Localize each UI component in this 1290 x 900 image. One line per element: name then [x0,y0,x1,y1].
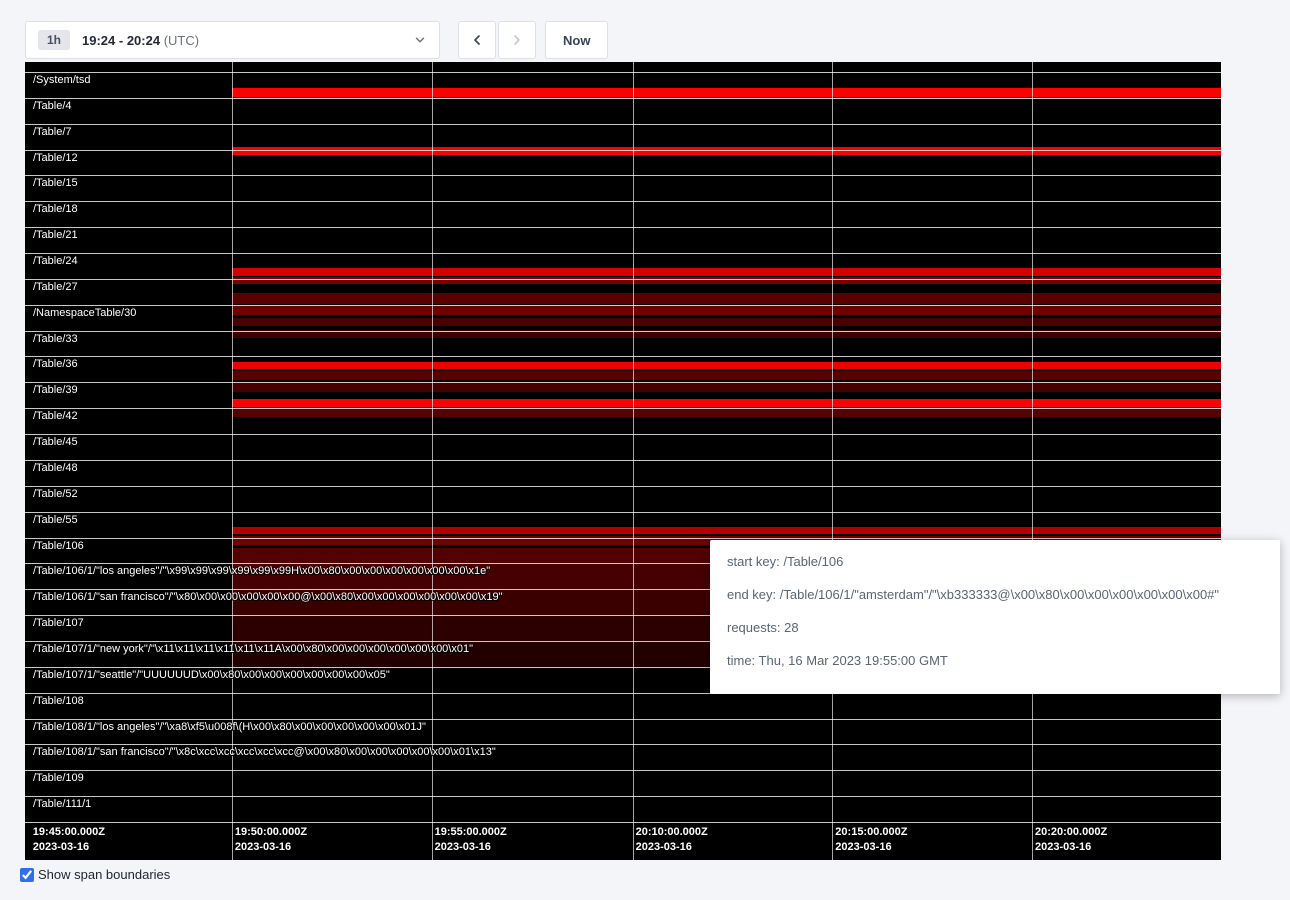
span-boundary-line [25,382,1221,383]
tooltip-time: time: Thu, 16 Mar 2023 19:55:00 GMT [727,652,1263,669]
heat-band[interactable] [232,305,1221,315]
span-label: /Table/24 [33,255,78,268]
span-label: /Table/33 [33,333,78,346]
span-boundary-line [25,305,1221,306]
span-label: /Table/42 [33,410,78,423]
time-range-timezone: (UTC) [164,33,199,48]
span-boundary-line [25,822,1221,823]
tooltip-requests: requests: 28 [727,619,1263,636]
span-label: /Table/109 [33,772,84,785]
span-boundary-line [25,408,1221,409]
show-span-boundaries-checkbox[interactable] [20,868,34,882]
span-label: /Table/107 [33,617,84,630]
show-span-boundaries[interactable]: Show span boundaries [20,867,170,882]
span-label: /Table/55 [33,514,78,527]
span-label: /Table/15 [33,177,78,190]
span-boundary-line [25,124,1221,125]
span-label: /Table/108/1/"los angeles"/"\xa8\xf5\u00… [33,721,426,734]
span-label: /Table/106/1/"los angeles"/"\x99\x99\x99… [33,565,490,578]
span-boundary-line [25,512,1221,513]
span-label: /Table/48 [33,462,78,475]
span-boundary-line [25,796,1221,797]
time-axis-label: 20:15:00.000Z2023-03-16 [835,825,907,855]
span-label: /Table/107/1/"new york"/"\x11\x11\x11\x1… [33,643,473,656]
span-label: /Table/52 [33,488,78,501]
span-label: /Table/27 [33,281,78,294]
span-boundary-line [25,72,1221,73]
prev-range-button[interactable] [458,21,496,59]
span-label: /Table/4 [33,100,72,113]
span-boundary-line [25,150,1221,151]
heat-band[interactable] [232,409,1221,417]
span-label: /System/tsd [33,74,90,87]
span-label: /Table/108 [33,695,84,708]
chevron-right-icon [509,32,525,48]
span-label: /Table/106 [33,540,84,553]
span-label: /Table/45 [33,436,78,449]
heat-band[interactable] [232,362,1221,369]
span-boundary-line [25,331,1221,332]
time-gridline [1032,62,1033,860]
span-label: /NamespaceTable/30 [33,307,136,320]
span-label: /Table/106/1/"san francisco"/"\x80\x00\x… [33,591,503,604]
heat-band[interactable] [232,293,1221,304]
span-label: /Table/39 [33,384,78,397]
time-axis-label: 19:50:00.000Z2023-03-16 [235,825,307,855]
heat-band[interactable] [232,88,1221,97]
span-boundary-line [25,538,1221,539]
time-axis-label: 20:20:00.000Z2023-03-16 [1035,825,1107,855]
chevron-down-icon [413,33,427,47]
chevron-left-icon [469,32,485,48]
tooltip-end-key: end key: /Table/106/1/"amsterdam"/"\xb33… [727,586,1263,603]
span-boundary-line [25,460,1221,461]
span-boundary-line [25,175,1221,176]
next-range-button[interactable] [498,21,536,59]
key-visualizer-page: 1h 19:24 - 20:24 (UTC) Now /System/tsd/T… [0,0,1290,900]
span-label: /Table/21 [33,229,78,242]
span-boundary-line [25,744,1221,745]
span-boundary-line [25,486,1221,487]
heat-band[interactable] [232,382,1221,392]
heat-band[interactable] [232,371,1221,380]
time-gridline [832,62,833,860]
time-gridline [432,62,433,860]
heat-band[interactable] [232,527,1221,534]
show-span-boundaries-label: Show span boundaries [38,867,170,882]
time-axis-label: 20:10:00.000Z2023-03-16 [636,825,708,855]
span-boundary-line [25,98,1221,99]
time-gridline [633,62,634,860]
time-axis-label: 19:45:00.000Z2023-03-16 [33,825,105,855]
key-visualizer-canvas[interactable]: /System/tsd/Table/4/Table/7/Table/12/Tab… [25,62,1221,860]
span-label: /Table/12 [33,152,78,165]
heat-band[interactable] [232,147,1221,155]
span-boundary-line [25,201,1221,202]
span-label: /Table/108/1/"san francisco"/"\x8c\xcc\x… [33,746,496,759]
span-label: /Table/107/1/"seattle"/"UUUUUUD\x00\x80\… [33,669,390,682]
time-range-picker[interactable]: 1h 19:24 - 20:24 (UTC) [25,21,440,59]
time-window-badge: 1h [38,30,70,50]
time-range-text: 19:24 - 20:24 (UTC) [82,33,199,48]
span-boundary-line [25,253,1221,254]
span-boundary-line [25,719,1221,720]
heat-band[interactable] [232,268,1221,276]
time-gridline [232,62,233,860]
span-boundary-line [25,770,1221,771]
tooltip-start-key: start key: /Table/106 [727,553,1263,570]
span-boundary-line [25,279,1221,280]
time-nav-group [458,21,536,59]
span-label: /Table/36 [33,358,78,371]
span-boundary-line [25,227,1221,228]
span-label: /Table/18 [33,203,78,216]
time-axis-label: 19:55:00.000Z2023-03-16 [435,825,507,855]
span-label: /Table/7 [33,126,72,139]
hover-tooltip: start key: /Table/106 end key: /Table/10… [710,540,1280,694]
now-button[interactable]: Now [545,21,608,59]
time-range-value: 19:24 - 20:24 [82,33,160,48]
heat-band[interactable] [232,318,1221,326]
span-boundary-line [25,356,1221,357]
span-label: /Table/111/1 [33,798,91,811]
heat-band[interactable] [232,399,1221,407]
span-boundary-line [25,434,1221,435]
